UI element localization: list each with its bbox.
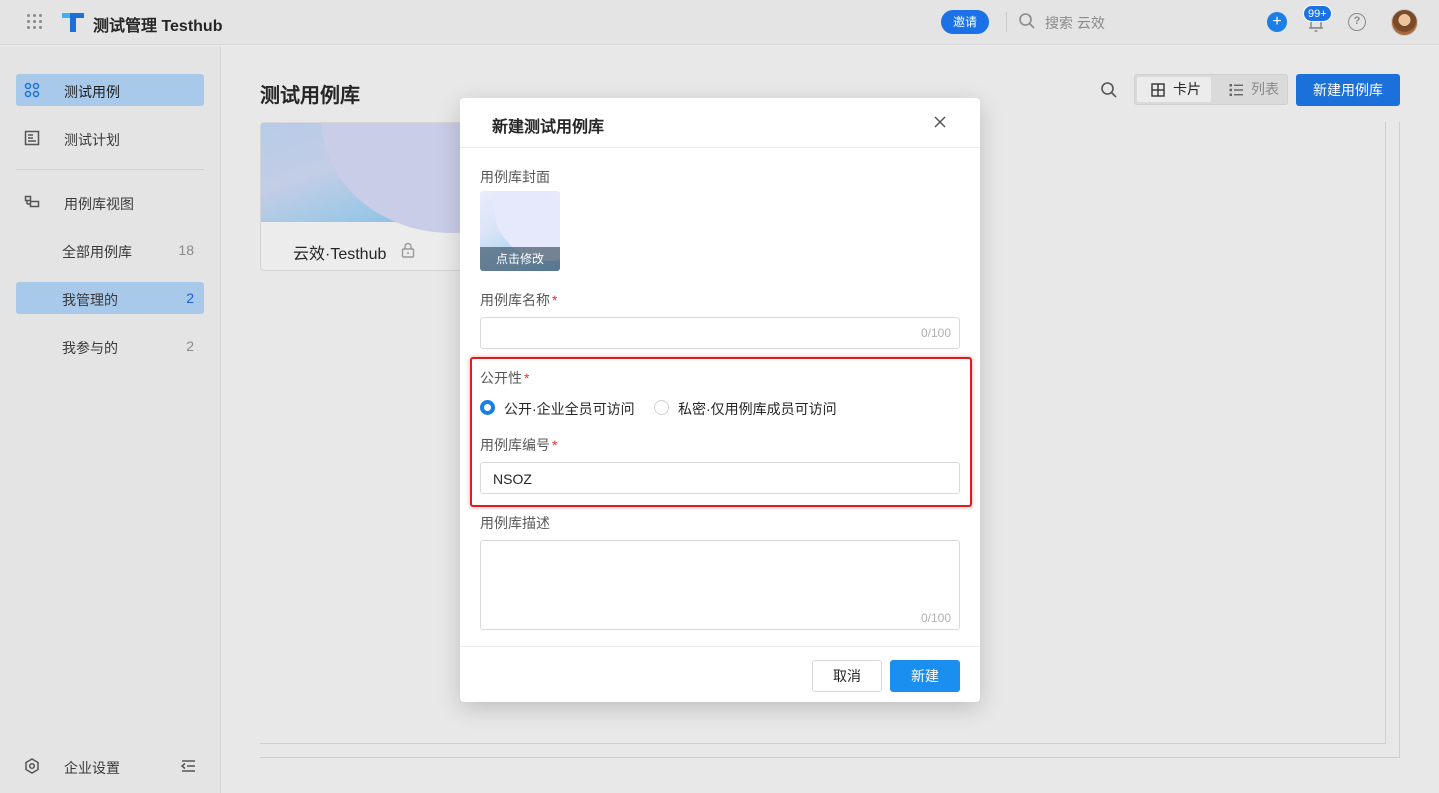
- sidebar-item-test-plans[interactable]: 测试计划: [16, 122, 204, 154]
- list-view-icon: [1229, 84, 1243, 96]
- cover-picker[interactable]: 点击修改: [480, 191, 560, 271]
- divider: [1006, 12, 1007, 32]
- create-plus-button[interactable]: +: [1267, 12, 1287, 32]
- help-icon[interactable]: ?: [1348, 13, 1366, 31]
- page-title: 测试用例库: [260, 85, 360, 107]
- dialog-title: 新建测试用例库: [492, 119, 605, 136]
- visibility-label: 公开性 *: [480, 370, 530, 386]
- sidebar-item-label: 全部用例库: [62, 244, 132, 260]
- app-title: 测试管理 Testhub: [93, 18, 223, 35]
- new-library-button[interactable]: 新建用例库: [1296, 74, 1400, 106]
- radio-label: 私密·仅用例库成员可访问: [678, 401, 837, 417]
- cancel-button[interactable]: 取消: [812, 660, 882, 692]
- description-label: 用例库描述: [480, 515, 550, 531]
- view-list-label: 列表: [1251, 81, 1279, 97]
- sidebar-item-label: 用例库视图: [64, 196, 134, 212]
- settings-icon: [25, 758, 39, 774]
- close-icon[interactable]: [932, 114, 948, 130]
- sidebar-item-participated[interactable]: 我参与的 2: [16, 330, 204, 362]
- lock-icon: [401, 242, 415, 258]
- radio-label: 公开·企业全员可访问: [504, 401, 635, 417]
- create-button[interactable]: 新建: [890, 660, 960, 692]
- divider: [260, 743, 1385, 744]
- library-code-input[interactable]: NSOZ: [480, 462, 960, 494]
- grid-view-icon: [1151, 83, 1165, 97]
- sidebar-item-enterprise-settings[interactable]: 企业设置: [16, 750, 204, 782]
- name-char-counter: 0/100: [920, 326, 951, 340]
- sidebar-item-all-libraries[interactable]: 全部用例库 18: [16, 234, 204, 266]
- library-view-icon: [24, 195, 40, 208]
- invite-button[interactable]: 邀请: [941, 10, 989, 34]
- sidebar-item-managed-by-me[interactable]: 我管理的 2: [16, 282, 204, 314]
- sidebar-item-count: 2: [186, 290, 194, 306]
- dialog-header: 新建测试用例库: [460, 98, 980, 148]
- sidebar: 测试用例 测试计划 用例库视图 全部用例库 18 我管理的 2 我参与的 2 企…: [0, 46, 221, 793]
- cover-edit-label[interactable]: 点击修改: [480, 247, 560, 271]
- desc-char-counter: 0/100: [920, 611, 951, 625]
- sidebar-item-count: 2: [186, 338, 194, 354]
- collapse-sidebar-icon[interactable]: [180, 758, 196, 774]
- sidebar-item-label: 我参与的: [62, 340, 118, 356]
- view-card-button[interactable]: 卡片: [1137, 77, 1211, 102]
- library-code-value: NSOZ: [493, 471, 532, 487]
- view-card-label: 卡片: [1173, 81, 1201, 97]
- app-grid-icon[interactable]: [27, 14, 43, 30]
- code-label: 用例库编号 *: [480, 437, 558, 453]
- dialog-footer: 取消 新建: [460, 646, 980, 702]
- sidebar-item-label: 我管理的: [62, 292, 118, 308]
- view-toggle: 卡片 列表: [1134, 74, 1288, 105]
- sidebar-item-label: 企业设置: [64, 760, 120, 776]
- sidebar-item-count: 18: [178, 242, 194, 258]
- sidebar-item-label: 测试用例: [64, 84, 120, 100]
- radio-checked-icon: [480, 400, 495, 415]
- cover-label: 用例库封面: [480, 169, 550, 185]
- global-search-input[interactable]: 搜索 云效: [1045, 13, 1105, 33]
- divider: [1385, 122, 1386, 744]
- view-list-button[interactable]: 列表: [1215, 77, 1285, 102]
- name-label: 用例库名称 *: [480, 292, 558, 308]
- sidebar-item-test-cases[interactable]: 测试用例: [16, 74, 204, 106]
- library-card-cover: [261, 123, 469, 233]
- search-icon[interactable]: [1018, 12, 1036, 30]
- test-case-icon: [24, 82, 40, 98]
- library-name-input[interactable]: 0/100: [480, 317, 960, 349]
- avatar[interactable]: [1391, 9, 1418, 36]
- notification-badge: 99+: [1303, 5, 1332, 22]
- library-card[interactable]: 云效·Testhub: [260, 122, 470, 271]
- sidebar-item-library-view[interactable]: 用例库视图: [16, 186, 204, 218]
- new-library-dialog: 新建测试用例库 用例库封面 点击修改 用例库名称 * 0/100 公开性 * 公开·…: [460, 98, 980, 702]
- search-icon[interactable]: [1100, 81, 1118, 99]
- description-textarea[interactable]: 0/100: [480, 540, 960, 630]
- testhub-logo-icon: [62, 13, 84, 32]
- test-plan-icon: [24, 130, 40, 146]
- radio-unchecked-icon: [654, 400, 669, 415]
- library-card-name: 云效·Testhub: [293, 246, 387, 263]
- top-bar: 测试管理 Testhub 邀请 搜索 云效 + 99+ ?: [0, 0, 1439, 45]
- sidebar-item-label: 测试计划: [64, 132, 120, 148]
- sidebar-divider: [16, 169, 204, 170]
